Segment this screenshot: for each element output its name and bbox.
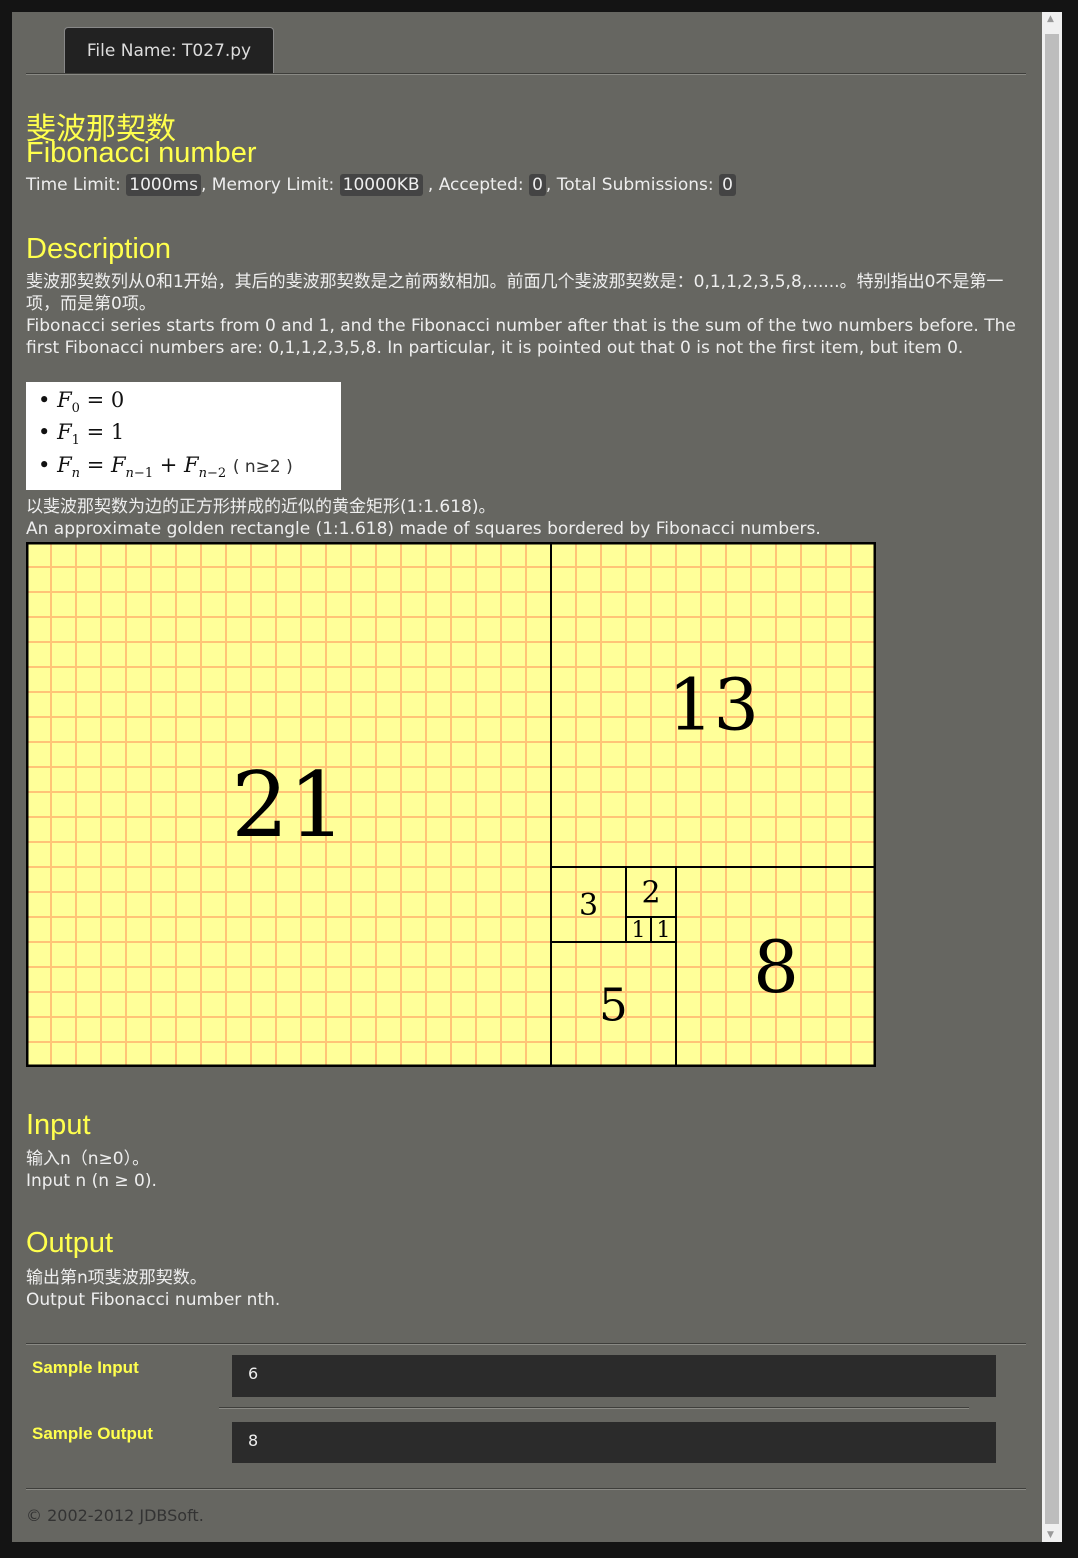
time-limit: 1000ms: [126, 174, 201, 196]
output-zh: 输出第n项斐波那契数。: [26, 1268, 207, 1288]
square-label: 1: [632, 918, 646, 943]
formula-f0: • F0 = 0: [38, 388, 125, 417]
time-label: Time Limit:: [26, 175, 121, 195]
total-submissions: 0: [719, 174, 736, 196]
footer-copyright: © 2002-2012 JDBSoft.: [26, 1506, 204, 1525]
formula-condition: ( n≥2 ): [232, 457, 293, 477]
sample-input-label: Sample Input: [32, 1358, 139, 1377]
formula-f1: • F1 = 1: [38, 420, 125, 449]
description-heading: Description: [26, 233, 172, 265]
mem-label: , Memory Limit:: [200, 175, 335, 195]
input-en: Input n (n ≥ 0).: [26, 1171, 157, 1191]
formula-box: • F0 = 0 • F1 = 1 • Fn = Fn−1 + Fn−2 ( n…: [26, 382, 341, 490]
input-zh: 输入n（n≥0）。: [26, 1149, 150, 1169]
square-label: 3: [579, 888, 598, 923]
scroll-down-icon[interactable]: ▼: [1047, 1530, 1054, 1540]
output-heading: Output: [26, 1227, 114, 1259]
limits-line: Time Limit: 1000ms, Memory Limit: 10000K…: [26, 174, 736, 196]
square-label: 13: [668, 664, 759, 747]
file-label: File Name:: [86, 41, 177, 61]
caption-en: An approximate golden rectangle (1:1.618…: [26, 519, 821, 539]
accepted-count: 0: [529, 174, 546, 196]
sample-output-label: Sample Output: [32, 1424, 153, 1443]
scrollbar-thumb[interactable]: [1045, 34, 1059, 1524]
total-label: , Total Submissions:: [545, 175, 714, 195]
memory-limit: 10000KB: [339, 174, 423, 196]
vertical-scrollbar[interactable]: ▲ ▼: [1042, 12, 1062, 1542]
divider: [26, 73, 1026, 75]
sample-output-box[interactable]: 8: [232, 1422, 996, 1463]
square-label: 2: [641, 876, 660, 911]
square-label: 1: [657, 918, 671, 943]
description-zh: 斐波那契数列从0和1开始，其后的斐波那契数是之前两数相加。前面几个斐波那契数是：…: [26, 272, 1004, 314]
acc-label: , Accepted:: [427, 175, 524, 195]
square-label: 5: [599, 978, 628, 1031]
file-name: T027.py: [182, 41, 252, 61]
caption-zh: 以斐波那契数为边的正方形拼成的近似的黄金矩形(1:1.618)。: [26, 497, 496, 517]
sample-input-box[interactable]: 6: [232, 1355, 996, 1397]
title-en: Fibonacci number: [26, 137, 257, 169]
description-en: Fibonacci series starts from 0 and 1, an…: [26, 316, 1016, 358]
scroll-up-icon[interactable]: ▲: [1047, 14, 1054, 24]
divider: [219, 1407, 969, 1409]
divider: [26, 1488, 1026, 1490]
file-tab[interactable]: File Name: T027.py: [64, 27, 274, 74]
divider: [26, 1343, 1026, 1345]
input-heading: Input: [26, 1109, 91, 1141]
square-label: 21: [231, 753, 346, 858]
formula-fn: • Fn = Fn−1 + Fn−2 ( n≥2 ): [38, 453, 293, 482]
problem-page: File Name: T027.py 斐波那契数 Fibonacci numbe…: [12, 12, 1042, 1542]
golden-rectangle-figure: 2113853 21 1: [26, 542, 876, 1067]
output-en: Output Fibonacci number nth.: [26, 1290, 281, 1310]
square-label: 8: [753, 925, 799, 1009]
